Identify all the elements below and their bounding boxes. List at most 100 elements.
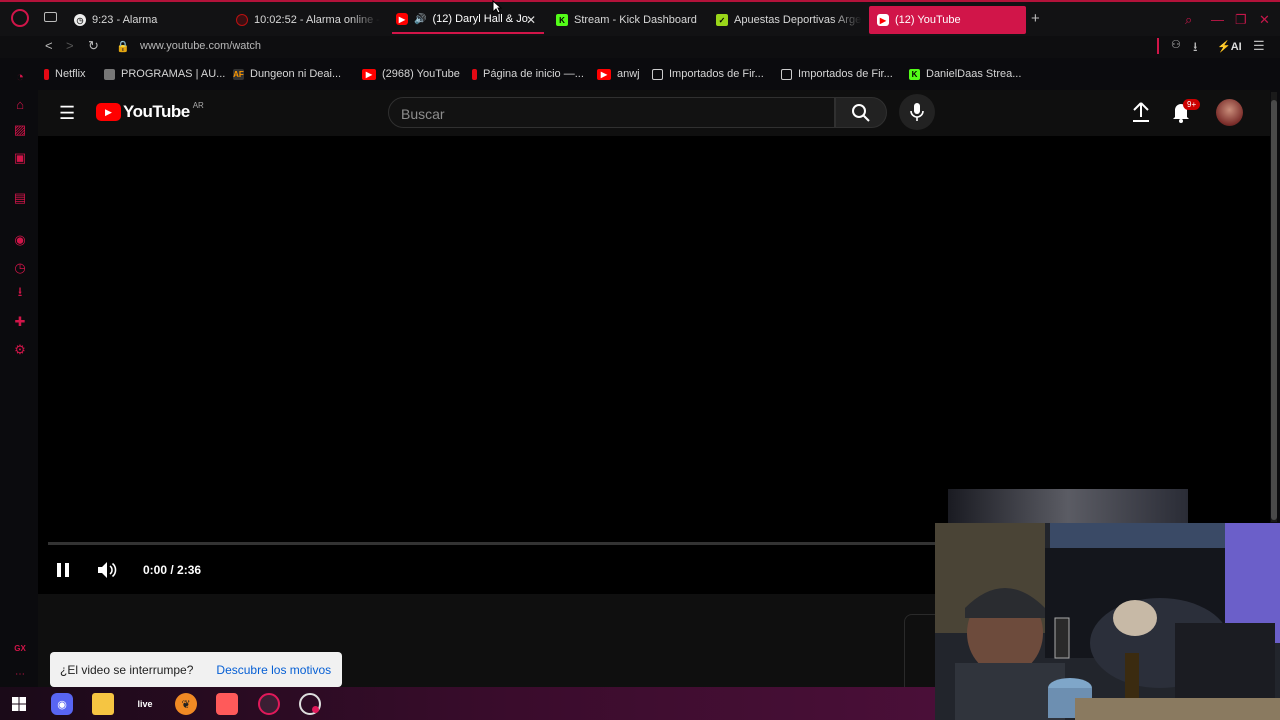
tab-youtube[interactable]: ▶ (12) YouTube xyxy=(869,6,1026,34)
tab-daryl-hall[interactable]: ▶ 🔊 (12) Daryl Hall & Jo ✕ xyxy=(392,6,544,34)
downloads-icon[interactable]: ⭳ xyxy=(12,284,28,302)
gx-corner-icon[interactable]: ⌂ xyxy=(12,96,28,112)
close-window-icon[interactable]: ✕ xyxy=(1259,12,1270,28)
more-icon[interactable]: ⋯ xyxy=(12,666,28,682)
messenger-icon[interactable]: ▣ xyxy=(12,150,28,166)
maximize-icon[interactable]: ❐ xyxy=(1235,12,1247,28)
extensions-icon[interactable]: ✚ xyxy=(12,314,28,330)
kick-icon: K xyxy=(909,68,920,80)
bookmark-netflix[interactable]: Netflix xyxy=(44,62,86,86)
tab-label: (12) YouTube xyxy=(895,14,961,26)
gx-label[interactable]: GX xyxy=(12,640,28,656)
anime-site-icon: AF xyxy=(233,68,244,80)
search-button[interactable] xyxy=(835,97,887,128)
hamburger-menu-icon[interactable]: ☰ xyxy=(59,103,75,124)
tab-kick-dashboard[interactable]: K Stream - Kick Dashboard xyxy=(552,6,704,34)
time-display: 0:00 / 2:36 xyxy=(143,563,202,577)
kick-icon: K xyxy=(556,14,568,26)
new-tab-icon[interactable]: + xyxy=(1031,10,1040,27)
bookmark-programas[interactable]: PROGRAMAS | AU... xyxy=(104,62,225,86)
ai-button[interactable]: ⚡AI xyxy=(1217,40,1242,53)
gx-control-icon[interactable]: ◔ xyxy=(12,68,28,84)
opera-gx-alt-icon[interactable] xyxy=(299,693,321,715)
betting-icon: ✓ xyxy=(716,14,728,26)
upload-button[interactable] xyxy=(1131,101,1151,128)
alarm-icon xyxy=(236,14,248,26)
notification-badge: 9+ xyxy=(1183,99,1201,110)
bookmark-pagina-inicio[interactable]: Página de inicio —... xyxy=(472,62,584,86)
youtube-play-logo-icon: ▶ xyxy=(96,103,121,121)
opera-gx-menu-icon[interactable] xyxy=(11,9,29,27)
easy-setup-icon[interactable]: ☰ xyxy=(1253,38,1265,54)
netflix-icon xyxy=(472,68,477,80)
tab-apuestas[interactable]: ✓ Apuestas Deportivas Arge xyxy=(712,6,862,34)
app-icon[interactable] xyxy=(216,693,238,715)
video-capture-strip xyxy=(948,489,1188,523)
ai-icon: ⚡ xyxy=(1217,41,1231,53)
bookmark-dungeon[interactable]: AF Dungeon ni Deai... xyxy=(233,62,341,86)
live-icon[interactable]: live xyxy=(134,693,156,715)
bookmark-folder-importados-1[interactable]: Importados de Fir... xyxy=(652,62,764,86)
tab-alarm-online[interactable]: 10:02:52 - Alarma online - xyxy=(232,6,380,34)
tab-alarm[interactable]: ◷ 9:23 - Alarma xyxy=(70,6,220,34)
ai-icon[interactable]: ▨ xyxy=(12,122,28,138)
tab-label: (12) Daryl Hall & Jo xyxy=(432,13,528,25)
notifications-button[interactable]: 9+ xyxy=(1171,99,1201,128)
back-icon[interactable]: < xyxy=(45,38,53,53)
youtube-logo-text: YouTube xyxy=(123,102,190,121)
bookmark-folder-importados-2[interactable]: Importados de Fir... xyxy=(781,62,893,86)
interruption-toast: ¿El video se interrumpe? Descubre los mo… xyxy=(50,652,342,687)
avatar[interactable] xyxy=(1216,99,1243,126)
download-icon[interactable]: ⭳ xyxy=(1193,38,1198,60)
workspace-icon[interactable] xyxy=(44,12,57,22)
close-tab-icon[interactable]: ✕ xyxy=(526,13,536,27)
side-panel-edge xyxy=(904,614,935,687)
pause-button[interactable] xyxy=(56,562,70,583)
history-icon[interactable]: ◷ xyxy=(12,260,28,276)
gx-sidebar: ◔ ⌂ ▨ ▣ ▤ ◉ ◷ ⭳ ✚ ⚙ GX ⋯ xyxy=(0,60,38,687)
webcam-overlay xyxy=(935,523,1280,720)
webcam-feed-image xyxy=(935,523,1280,720)
search-tabs-icon[interactable]: ⌕ xyxy=(1185,12,1192,28)
volume-button[interactable] xyxy=(96,560,118,585)
search-input[interactable]: Buscar xyxy=(388,97,835,128)
learn-why-link[interactable]: Descubre los motivos xyxy=(216,663,331,677)
bookmark-danieldaas[interactable]: K DanielDaas Strea... xyxy=(909,62,1021,86)
voice-search-button[interactable] xyxy=(899,94,935,130)
forward-icon[interactable]: > xyxy=(66,38,74,53)
player-icon[interactable]: ◉ xyxy=(12,232,28,248)
volume-icon xyxy=(98,562,117,578)
bookmark-youtube[interactable]: ▶ (2968) YouTube xyxy=(362,62,460,86)
file-explorer-icon[interactable] xyxy=(92,693,114,715)
tab-bar: ◷ 9:23 - Alarma 10:02:52 - Alarma online… xyxy=(0,0,1280,36)
discord-icon[interactable]: ◉ xyxy=(51,693,73,715)
youtube-icon: ▶ xyxy=(362,68,376,80)
youtube-icon: ▶ xyxy=(396,13,408,25)
scrollbar-track[interactable] xyxy=(1271,92,1277,522)
scrollbar-thumb[interactable] xyxy=(1271,100,1277,520)
youtube-logo[interactable]: ▶ YouTube AR xyxy=(96,100,204,122)
youtube-icon: ▶ xyxy=(597,68,611,80)
reload-icon[interactable]: ↻ xyxy=(88,38,99,54)
youtube-icon: ▶ xyxy=(877,14,889,26)
bookmark-anwj[interactable]: ▶ anwj xyxy=(597,62,640,86)
region-code: AR xyxy=(192,100,204,110)
tab-label: Stream - Kick Dashboard xyxy=(574,14,697,26)
upload-icon xyxy=(1133,102,1149,122)
netflix-icon xyxy=(44,68,49,80)
folder-icon xyxy=(781,68,792,80)
folder-icon xyxy=(652,68,663,80)
account-icon[interactable]: ⚇ xyxy=(1171,38,1181,51)
speaker-icon[interactable]: 🔊 xyxy=(414,14,426,25)
twitch-icon[interactable]: ▤ xyxy=(12,190,28,206)
settings-icon[interactable]: ⚙ xyxy=(12,342,28,358)
minimize-icon[interactable]: — xyxy=(1211,12,1224,27)
search-icon xyxy=(852,103,870,122)
toast-question: ¿El video se interrumpe? xyxy=(60,662,194,677)
windows-start-icon[interactable] xyxy=(8,693,30,715)
bookmark-image-icon xyxy=(104,68,115,80)
url-field[interactable]: www.youtube.com/watch xyxy=(140,40,261,52)
fl-studio-icon[interactable]: ❦ xyxy=(175,693,197,715)
clock-icon: ◷ xyxy=(74,14,86,26)
opera-gx-icon[interactable] xyxy=(258,693,280,715)
